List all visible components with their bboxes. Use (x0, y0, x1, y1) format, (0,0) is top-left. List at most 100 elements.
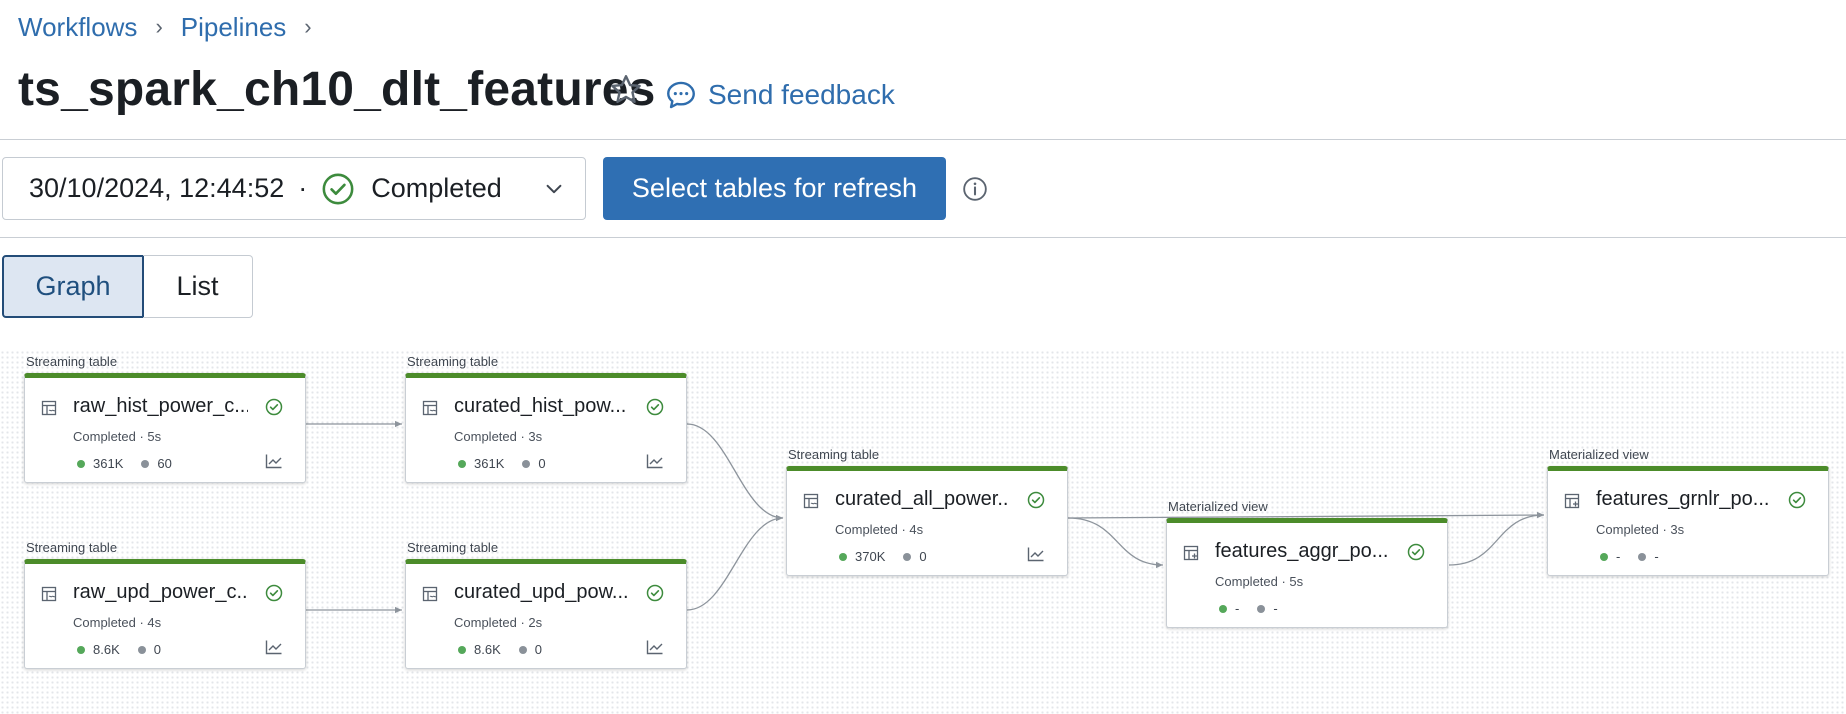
node-type-label: Streaming table (407, 354, 499, 369)
gray-dot-icon (141, 459, 150, 468)
streaming-table-icon (41, 400, 57, 416)
chat-bubble-icon (667, 81, 695, 109)
gray-dot-icon (518, 645, 527, 654)
check-circle-icon (265, 584, 283, 602)
green-dot-icon (1600, 552, 1608, 561)
node-type-label: Materialized view (1549, 447, 1649, 462)
check-circle-icon (1788, 491, 1806, 509)
send-feedback-link[interactable]: Send feedback (664, 78, 895, 112)
node-type-label: Streaming table (407, 540, 499, 555)
node-status: Completed · 3s (1596, 522, 1685, 537)
line-chart-icon[interactable] (1027, 546, 1045, 562)
chevron-down-icon (546, 184, 562, 194)
pipeline-node: Streaming table raw_hist_power_c... Comp… (24, 354, 306, 483)
edge (1448, 511, 1545, 566)
info-icon[interactable] (962, 176, 988, 202)
tab-list[interactable]: List (143, 255, 253, 318)
gray-dot-icon (1257, 604, 1266, 613)
line-chart-icon[interactable] (646, 639, 664, 655)
node-type-label: Streaming table (788, 447, 880, 462)
pipeline-node: Streaming table curated_hist_pow... Comp… (405, 354, 687, 483)
node-name: features_aggr_po... (1215, 540, 1389, 562)
send-feedback-label: Send feedback (708, 79, 895, 110)
node-card[interactable]: curated_all_power... Completed · 4s 370K… (786, 466, 1068, 576)
materialized-view-icon (1183, 545, 1199, 561)
line-chart-icon[interactable] (265, 639, 283, 655)
divider (0, 139, 1846, 140)
breadcrumb-workflows[interactable]: Workflows (18, 12, 137, 43)
run-status: Completed (371, 173, 502, 203)
metric-dropped-rows: - (1654, 549, 1659, 564)
metric-dropped-rows: - (1273, 601, 1278, 616)
node-name: raw_upd_power_c... (73, 581, 248, 603)
node-status: Completed · 4s (835, 522, 924, 537)
node-name: curated_all_power... (835, 488, 1010, 510)
node-metrics: - - (1600, 549, 1677, 564)
select-tables-for-refresh-button[interactable]: Select tables for refresh (603, 157, 946, 220)
pipeline-graph-canvas[interactable]: Streaming table raw_hist_power_c... Comp… (0, 350, 1846, 714)
check-circle-icon (646, 398, 664, 416)
node-card[interactable]: curated_hist_pow... Completed · 3s 361K … (405, 373, 687, 483)
node-metrics: 361K 60 (77, 456, 190, 471)
pipeline-node: Materialized view features_grnlr_po... C… (1547, 447, 1829, 576)
streaming-table-icon (41, 586, 57, 602)
check-circle-icon (265, 398, 283, 416)
divider (0, 237, 1846, 238)
check-circle-icon (1407, 543, 1425, 561)
edge (1067, 517, 1164, 569)
star-icon[interactable] (608, 72, 644, 108)
node-name: curated_upd_pow... (454, 581, 629, 603)
node-name: raw_hist_power_c... (73, 395, 248, 417)
metric-dropped-rows: 0 (153, 642, 161, 657)
pipeline-node: Streaming table curated_all_power... Com… (786, 447, 1068, 576)
materialized-view-icon (1564, 493, 1580, 509)
gray-dot-icon (522, 459, 531, 468)
node-metrics: 361K 0 (458, 456, 564, 471)
tab-graph[interactable]: Graph (2, 255, 144, 318)
node-name: curated_hist_pow... (454, 395, 627, 417)
node-status: Completed · 5s (73, 429, 162, 444)
node-metrics: 8.6K 0 (77, 642, 179, 657)
check-circle-icon (1027, 491, 1045, 509)
green-dot-icon (839, 552, 847, 561)
pipeline-node: Streaming table raw_upd_power_c... Compl… (24, 540, 306, 669)
metric-dropped-rows: 0 (538, 456, 546, 471)
node-metrics: 370K 0 (839, 549, 945, 564)
breadcrumb-pipelines[interactable]: Pipelines (181, 12, 287, 43)
node-card[interactable]: features_aggr_po... Completed · 5s - - (1166, 518, 1448, 628)
node-status: Completed · 5s (1215, 574, 1304, 589)
gray-dot-icon (1638, 552, 1647, 561)
metric-dropped-rows: 0 (919, 549, 927, 564)
node-card[interactable]: raw_hist_power_c... Completed · 5s 361K … (24, 373, 306, 483)
green-dot-icon (77, 645, 85, 654)
line-chart-icon[interactable] (265, 453, 283, 469)
run-selector-dropdown[interactable]: 30/10/2024, 12:44:52 · Completed (2, 157, 586, 220)
metric-output-rows: 8.6K (93, 642, 120, 657)
run-timestamp: 30/10/2024, 12:44:52 (29, 173, 285, 203)
green-dot-icon (458, 459, 466, 468)
chevron-right-icon: › (155, 14, 163, 39)
line-chart-icon[interactable] (646, 453, 664, 469)
node-status: Completed · 3s (454, 429, 543, 444)
pipeline-node: Streaming table curated_upd_pow... Compl… (405, 540, 687, 669)
node-name: features_grnlr_po... (1596, 488, 1770, 510)
green-dot-icon (1219, 604, 1227, 613)
metric-output-rows: 8.6K (474, 642, 501, 657)
streaming-table-icon (422, 586, 438, 602)
metric-output-rows: 370K (855, 549, 886, 564)
node-card[interactable]: curated_upd_pow... Completed · 2s 8.6K 0 (405, 559, 687, 669)
check-circle-icon (646, 584, 664, 602)
gray-dot-icon (137, 645, 146, 654)
page-title: ts_spark_ch10_dlt_features (18, 63, 656, 116)
green-dot-icon (77, 459, 85, 468)
node-status: Completed · 2s (454, 615, 543, 630)
run-separator: · (298, 173, 308, 203)
breadcrumb: Workflows › Pipelines › (18, 10, 330, 44)
node-card[interactable]: raw_upd_power_c... Completed · 4s 8.6K 0 (24, 559, 306, 669)
node-card[interactable]: features_grnlr_po... Completed · 3s - - (1547, 466, 1829, 576)
streaming-table-icon (422, 400, 438, 416)
node-type-label: Streaming table (26, 540, 118, 555)
green-dot-icon (458, 645, 466, 654)
metric-output-rows: 361K (474, 456, 505, 471)
streaming-table-icon (803, 493, 819, 509)
